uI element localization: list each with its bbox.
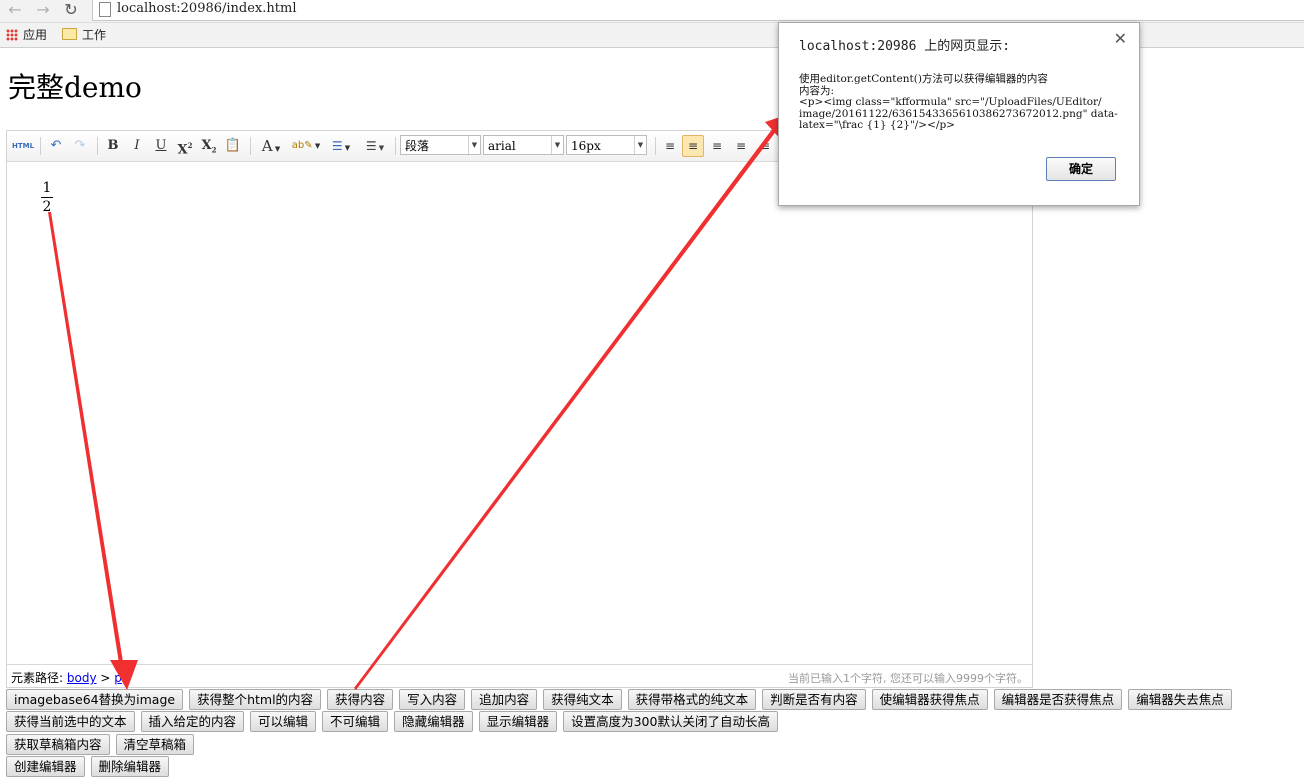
dialog-title: localhost:20986 上的网页显示:: [799, 39, 1011, 54]
ok-button[interactable]: 确定: [1046, 157, 1116, 181]
highlight-color-icon[interactable]: ab✎ ▼: [291, 136, 321, 156]
align-center-icon[interactable]: ≡: [707, 136, 727, 156]
italic-icon[interactable]: I: [128, 136, 146, 156]
dialog-message-line: latex="\frac {1} {2}"/></p>: [799, 119, 955, 131]
focus-editor-button[interactable]: 使编辑器获得焦点: [871, 689, 988, 710]
chevron-down-icon: ▼: [634, 136, 646, 154]
indent-icon[interactable]: ≡: [660, 136, 680, 156]
forward-icon[interactable]: →: [34, 1, 52, 19]
bookmark-apps[interactable]: 应用: [6, 27, 47, 43]
toolbar-separator: [250, 137, 251, 155]
undo-icon[interactable]: ↶: [47, 136, 65, 156]
get-content-button[interactable]: 获得内容: [327, 689, 394, 710]
hide-editor-button[interactable]: 隐藏编辑器: [394, 711, 473, 732]
set-height-button[interactable]: 设置高度为300默认关闭了自动长高: [563, 711, 778, 732]
button-row-2: 获得当前选中的文本 插入给定的内容 可以编辑 不可编辑 隐藏编辑器 显示编辑器 设置高度为3…: [6, 711, 784, 732]
paragraph-value: 段落: [405, 139, 430, 153]
toolbar-separator: [40, 137, 41, 155]
append-content-button[interactable]: 追加内容: [471, 689, 538, 710]
alert-dialog: localhost:20986 上的网页显示: ✕ 使用editor.getCo…: [778, 22, 1140, 206]
font-size-select[interactable]: 16px ▼: [566, 135, 647, 155]
get-selected-text-button[interactable]: 获得当前选中的文本: [6, 711, 135, 732]
source-html-button[interactable]: HTML: [11, 136, 35, 156]
url-input[interactable]: localhost:20986/index.html: [92, 0, 1304, 21]
editor-status-bar: 元素路径: body > p 当前已输入1个字符, 您还可以输入9999个字符。: [7, 664, 1032, 687]
get-draft-button[interactable]: 获取草稿箱内容: [6, 734, 110, 755]
insert-given-content-button[interactable]: 插入给定的内容: [140, 711, 245, 732]
element-path-body-link[interactable]: body: [67, 671, 97, 685]
element-path: 元素路径: body > p: [11, 669, 122, 686]
paragraph-select[interactable]: 段落 ▼: [400, 135, 481, 155]
button-row-1: imagebase64替换为image 获得整个html的内容 获得内容 写入内容 追加…: [6, 689, 1238, 710]
word-count: 当前已输入1个字符, 您还可以输入9999个字符。: [788, 672, 1028, 685]
close-icon[interactable]: ✕: [1114, 29, 1127, 48]
toolbar-separator: [97, 137, 98, 155]
imagebase64-to-image-button[interactable]: imagebase64替换为image: [6, 689, 184, 710]
set-content-button[interactable]: 写入内容: [399, 689, 466, 710]
delete-editor-button[interactable]: 删除编辑器: [90, 756, 170, 777]
paste-plain-icon[interactable]: 📋: [224, 136, 242, 156]
bookmark-label: 应用: [23, 28, 48, 42]
rich-text-editor: HTML ↶ ↷ B I U X2 X2 📋 A ▼ ab✎ ▼ ☰ ▼ ☰ ▼…: [6, 130, 1033, 688]
apps-grid-icon: [6, 29, 18, 41]
url-text: localhost:20986/index.html: [117, 1, 297, 16]
enable-edit-button[interactable]: 可以编辑: [250, 711, 317, 732]
disable-edit-button[interactable]: 不可编辑: [322, 711, 389, 732]
formula-image[interactable]: 1 2: [41, 180, 53, 215]
blur-editor-button[interactable]: 编辑器失去焦点: [1128, 689, 1232, 710]
toolbar-separator: [655, 137, 656, 155]
get-plain-text-button[interactable]: 获得纯文本: [543, 689, 622, 710]
bookmark-label: 工作: [82, 28, 107, 42]
underline-icon[interactable]: U: [152, 136, 170, 156]
redo-icon[interactable]: ↷: [71, 136, 89, 156]
unordered-list-icon[interactable]: ☰ ▼: [361, 136, 389, 156]
folder-icon: [62, 28, 77, 40]
align-justify-icon[interactable]: ≡: [755, 136, 775, 156]
is-focused-button[interactable]: 编辑器是否获得焦点: [993, 689, 1123, 710]
font-family-select[interactable]: arial ▼: [483, 135, 564, 155]
fraction-bar: [41, 197, 53, 198]
element-path-label: 元素路径:: [11, 671, 64, 685]
ordered-list-icon[interactable]: ☰ ▼: [327, 136, 355, 156]
chevron-down-icon: ▼: [551, 136, 563, 154]
align-right-icon[interactable]: ≡: [731, 136, 751, 156]
align-left-icon[interactable]: ≡: [682, 135, 704, 157]
toolbar-separator: [395, 137, 396, 155]
show-editor-button[interactable]: 显示编辑器: [478, 711, 558, 732]
font-color-icon[interactable]: A ▼: [257, 136, 285, 156]
dialog-message-line: 使用editor.getContent()方法可以获得编辑器的内容: [799, 73, 1048, 85]
page-icon: [99, 2, 111, 17]
formula-numerator: 1: [42, 180, 52, 196]
get-all-html-button[interactable]: 获得整个html的内容: [189, 689, 322, 710]
has-content-button[interactable]: 判断是否有内容: [762, 689, 866, 710]
create-editor-button[interactable]: 创建编辑器: [6, 756, 85, 777]
button-row-3: 获取草稿箱内容 清空草稿箱: [6, 734, 200, 755]
back-icon[interactable]: ←: [6, 1, 24, 19]
reload-icon[interactable]: ↻: [62, 1, 80, 19]
page-title: 完整demo: [8, 71, 142, 104]
dialog-message: 使用editor.getContent()方法可以获得编辑器的内容 内容为: <…: [799, 73, 1129, 132]
element-path-separator: >: [100, 671, 111, 685]
formula-denominator: 2: [42, 199, 52, 215]
editor-content[interactable]: 1 2: [7, 162, 1032, 662]
subscript-icon[interactable]: X2: [200, 136, 218, 156]
bold-icon[interactable]: B: [104, 136, 122, 156]
font-size-value: 16px: [571, 139, 601, 153]
address-bar-area: ← → ↻ localhost:20986/index.html: [0, 0, 1304, 23]
button-row-4: 创建编辑器 删除编辑器: [6, 756, 175, 777]
element-path-p-link[interactable]: p: [114, 671, 122, 685]
bookmark-work[interactable]: 工作: [62, 27, 106, 43]
get-formatted-plain-text-button[interactable]: 获得带格式的纯文本: [627, 689, 757, 710]
font-family-value: arial: [488, 139, 516, 153]
dialog-message-line: <p><img class="kfformula" src="/UploadFi…: [799, 96, 1102, 108]
chevron-down-icon: ▼: [468, 136, 480, 154]
superscript-icon[interactable]: X2: [176, 136, 194, 157]
clear-draft-button[interactable]: 清空草稿箱: [115, 734, 195, 755]
